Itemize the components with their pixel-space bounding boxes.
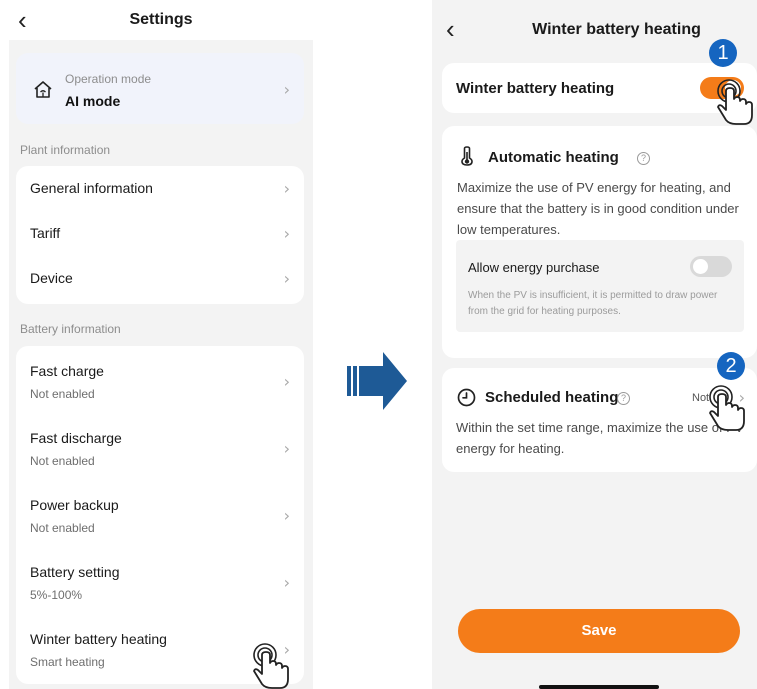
settings-item-status: Smart heating	[30, 655, 105, 669]
chevron-right-icon: ›	[283, 179, 290, 198]
back-arrow-icon[interactable]: ‹	[446, 16, 455, 42]
page-title: Winter battery heating	[532, 21, 701, 38]
settings-item-power-backup[interactable]: Power backup Not enabled ›	[16, 480, 304, 547]
settings-item-general-information[interactable]: General information ›	[16, 166, 304, 211]
chevron-right-icon: ›	[283, 573, 290, 592]
energy-purchase-panel: Allow energy purchase When the PV is ins…	[456, 240, 744, 332]
chevron-right-icon: ›	[283, 224, 290, 243]
clock-icon	[457, 388, 476, 407]
help-icon[interactable]: ?	[637, 152, 650, 165]
winter-heating-screen: ‹ Winter battery heating Winter battery …	[432, 0, 757, 689]
energy-purchase-note: When the PV is insufficient, it is permi…	[468, 290, 718, 317]
page-title: Settings	[129, 11, 193, 28]
energy-purchase-label: Allow energy purchase	[468, 260, 600, 275]
settings-item-fast-discharge[interactable]: Fast discharge Not enabled ›	[16, 413, 304, 480]
smart-home-icon	[34, 81, 52, 98]
settings-screen: ‹ Settings Operation mode AI mode › Plan…	[0, 0, 322, 689]
operation-mode-card[interactable]: Operation mode AI mode ›	[16, 53, 304, 124]
save-button[interactable]: Save	[458, 609, 740, 653]
plant-info-card: General information › Tariff › Device ›	[16, 166, 304, 304]
energy-purchase-toggle[interactable]	[690, 256, 732, 277]
transition-arrow-icon	[347, 352, 407, 410]
operation-mode-value: AI mode	[65, 93, 121, 109]
scheduled-heating-title: Scheduled heating	[485, 389, 619, 406]
settings-header: ‹ Settings	[0, 0, 322, 40]
winter-heating-toggle-card: Winter battery heating	[442, 63, 757, 113]
battery-info-card: Fast charge Not enabled › Fast discharge…	[16, 346, 304, 684]
chevron-right-icon: ›	[283, 506, 290, 525]
settings-item-device[interactable]: Device ›	[16, 256, 304, 301]
help-icon[interactable]: ?	[617, 392, 630, 405]
settings-item-fast-charge[interactable]: Fast charge Not enabled ›	[16, 346, 304, 413]
settings-item-label: Tariff	[30, 225, 61, 241]
settings-item-status: Not enabled	[30, 521, 95, 535]
settings-item-label: Device	[30, 270, 73, 286]
settings-item-status: Not enabled	[30, 454, 95, 468]
settings-item-battery-setting[interactable]: Battery setting 5%-100% ›	[16, 547, 304, 614]
settings-item-label: Power backup	[30, 497, 119, 513]
chevron-right-icon: ›	[283, 439, 290, 458]
settings-item-label: Winter battery heating	[30, 631, 167, 647]
operation-mode-label: Operation mode	[65, 72, 152, 86]
settings-item-label: Battery setting	[30, 564, 120, 580]
tap-hand-icon	[253, 643, 289, 689]
tap-hand-icon	[709, 385, 745, 431]
automatic-heating-card: Automatic heating ? Maximize the use of …	[442, 126, 757, 358]
automatic-heating-description: Maximize the use of PV energy for heatin…	[457, 180, 739, 237]
plant-section-label: Plant information	[20, 143, 111, 157]
thermometer-icon	[461, 146, 473, 166]
chevron-right-icon: ›	[283, 372, 290, 391]
settings-item-label: General information	[30, 180, 153, 196]
chevron-right-icon: ›	[283, 80, 290, 99]
settings-item-label: Fast charge	[30, 363, 104, 379]
battery-section-label: Battery information	[20, 322, 121, 336]
chevron-right-icon: ›	[283, 269, 290, 288]
automatic-heating-title: Automatic heating	[488, 149, 619, 166]
settings-item-tariff[interactable]: Tariff ›	[16, 211, 304, 256]
settings-item-status: 5%-100%	[30, 588, 83, 602]
step-badge-2: 2	[717, 352, 745, 380]
settings-item-label: Fast discharge	[30, 430, 122, 446]
step-badge-1: 1	[709, 39, 737, 67]
winter-heating-label: Winter battery heating	[456, 80, 615, 97]
home-indicator	[539, 685, 659, 689]
settings-item-status: Not enabled	[30, 387, 95, 401]
tap-hand-icon	[717, 79, 753, 125]
